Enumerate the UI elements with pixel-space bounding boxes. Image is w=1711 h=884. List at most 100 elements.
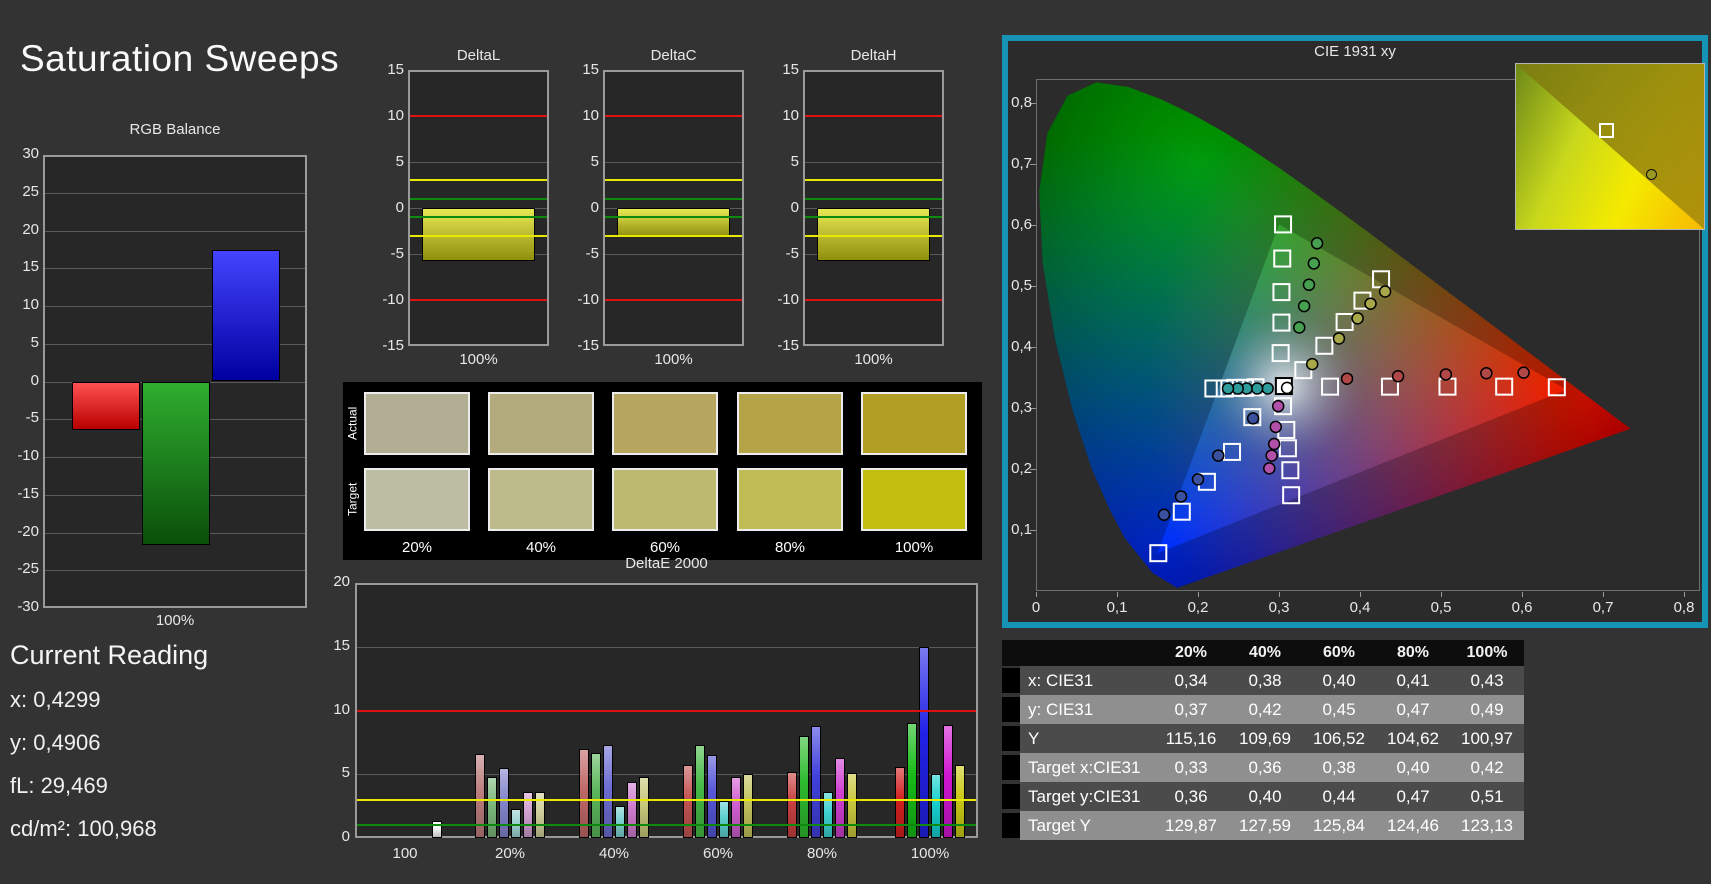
limit-line: [805, 299, 942, 301]
deltae-group-label: 80%: [806, 845, 838, 862]
table-header-cell: 80%: [1376, 640, 1450, 666]
table-header-cell: 20%: [1154, 640, 1228, 666]
table-cell: 0,41: [1376, 666, 1450, 695]
swatch-col-label: 80%: [774, 539, 806, 556]
limit-line: [805, 216, 942, 218]
rgb-balance-title: RGB Balance: [129, 121, 221, 138]
deltae-bar: [743, 774, 753, 838]
y-tick-label: -5: [585, 245, 599, 262]
deltae-group-label: 40%: [598, 845, 630, 862]
table-row-label: Target y:CIE31: [1020, 782, 1154, 811]
table-header-cell: 40%: [1228, 640, 1302, 666]
y-tick-label: 5: [341, 764, 350, 781]
cie-inset-target-marker: [1599, 123, 1614, 138]
table-cell: 0,40: [1228, 782, 1302, 811]
cie-measured-marker-yellow: [1332, 332, 1346, 345]
limit-line: [805, 198, 942, 200]
table-cell: 125,84: [1302, 811, 1376, 840]
deltae-bar: [943, 725, 953, 838]
y-tick-label: 10: [782, 107, 799, 124]
swatch-row-label-target: Target: [345, 482, 360, 517]
y-tick-label: 20: [22, 221, 39, 238]
y-tick-label: 5: [395, 153, 404, 170]
swatch-target: [612, 468, 718, 531]
y-tick-label: 0: [790, 199, 799, 216]
swatch-actual: [364, 392, 470, 455]
table-cell: 123,13: [1450, 811, 1524, 840]
current-reading-heading: Current Reading: [10, 640, 209, 670]
limit-line: [805, 179, 942, 181]
limit-line: [410, 115, 547, 117]
table-cell: 0,38: [1228, 666, 1302, 695]
table-header-cell: 100%: [1450, 640, 1524, 666]
cie-measured-marker-red: [1517, 366, 1530, 379]
cie-x-tick: [1036, 592, 1037, 597]
gridline: [605, 254, 742, 255]
table-cell: 0,40: [1376, 753, 1450, 782]
cie-measured-marker-blue: [1174, 490, 1188, 503]
table-header-cell: 60%: [1302, 640, 1376, 666]
cie-x-tick: [1522, 592, 1523, 597]
y-tick-label: -10: [777, 291, 799, 308]
deltaL-title: DeltaL: [456, 47, 501, 64]
cie-x-tick-label: 0,6: [1511, 599, 1533, 616]
swatch-actual: [737, 392, 843, 455]
y-tick-label: 5: [790, 153, 799, 170]
cie-inset-measured-marker: [1646, 169, 1657, 180]
gridline: [410, 162, 547, 163]
y-tick-label: 10: [22, 296, 39, 313]
swatch-col-label: 60%: [649, 539, 681, 556]
cie-y-tick-label: 0,1: [1011, 521, 1032, 538]
table-cell: 0,36: [1228, 753, 1302, 782]
deltae-bar: [811, 726, 821, 838]
cie-measured-marker-yellow: [1305, 357, 1319, 371]
limit-line: [357, 824, 976, 826]
deltae-bar: [639, 777, 649, 838]
swatch-row-label-actual: Actual: [345, 406, 360, 441]
table-cell: 0,42: [1228, 695, 1302, 724]
table-cell: 0,38: [1302, 753, 1376, 782]
swatch-target: [861, 468, 967, 531]
cie-measured-marker-red: [1480, 366, 1493, 380]
cie-y-tick-label: 0,4: [1011, 338, 1032, 355]
table-header-cell: [1020, 640, 1154, 666]
table-row-label: y: CIE31: [1020, 695, 1154, 724]
cie-x-tick: [1684, 592, 1685, 597]
table-row-stub: [1002, 784, 1020, 809]
limit-line: [805, 115, 942, 117]
deltae-group-label: 60%: [702, 845, 734, 862]
table-row-stub: [1002, 813, 1020, 838]
current-reading-panel: Current Reading x: 0,4299 y: 0,4906 fL: …: [10, 640, 330, 859]
y-tick-label: 10: [582, 107, 599, 124]
cie-zoom-inset: [1515, 63, 1705, 230]
y-tick-label: 0: [341, 828, 350, 845]
gridline: [357, 774, 976, 775]
y-tick-label: 0: [30, 372, 39, 389]
table-cell: 129,87: [1154, 811, 1228, 840]
table-cell: 109,69: [1228, 724, 1302, 753]
limit-line: [605, 235, 742, 237]
gridline: [357, 647, 976, 648]
cie-x-tick-label: 0,3: [1268, 599, 1290, 616]
limit-line: [805, 235, 942, 237]
cie-x-tick: [1360, 592, 1361, 597]
cie-y-tick-label: 0,8: [1011, 94, 1032, 111]
deltae-bar: [919, 647, 929, 838]
table-cell: 124,46: [1376, 811, 1450, 840]
y-tick-label: 25: [22, 183, 39, 200]
deltae-bar: [907, 723, 917, 838]
y-tick-label: -25: [17, 560, 39, 577]
gridline: [45, 193, 305, 194]
cie-measured-marker-cyan: [1221, 382, 1235, 395]
deltae-group-label: 20%: [494, 845, 526, 862]
cie-x-tick-label: 0,2: [1187, 599, 1209, 616]
deltaH-title: DeltaH: [850, 47, 897, 64]
y-tick-label: 0: [395, 199, 404, 216]
table-row-label: Target Y: [1020, 811, 1154, 840]
table-cell: 0,45: [1302, 695, 1376, 724]
y-tick-label: -30: [17, 598, 39, 615]
y-tick-label: -5: [25, 409, 39, 426]
rgb-bar-green: [142, 382, 210, 545]
cie-x-tick-label: 0,4: [1349, 599, 1371, 616]
cie-measured-marker-magenta: [1271, 399, 1285, 413]
